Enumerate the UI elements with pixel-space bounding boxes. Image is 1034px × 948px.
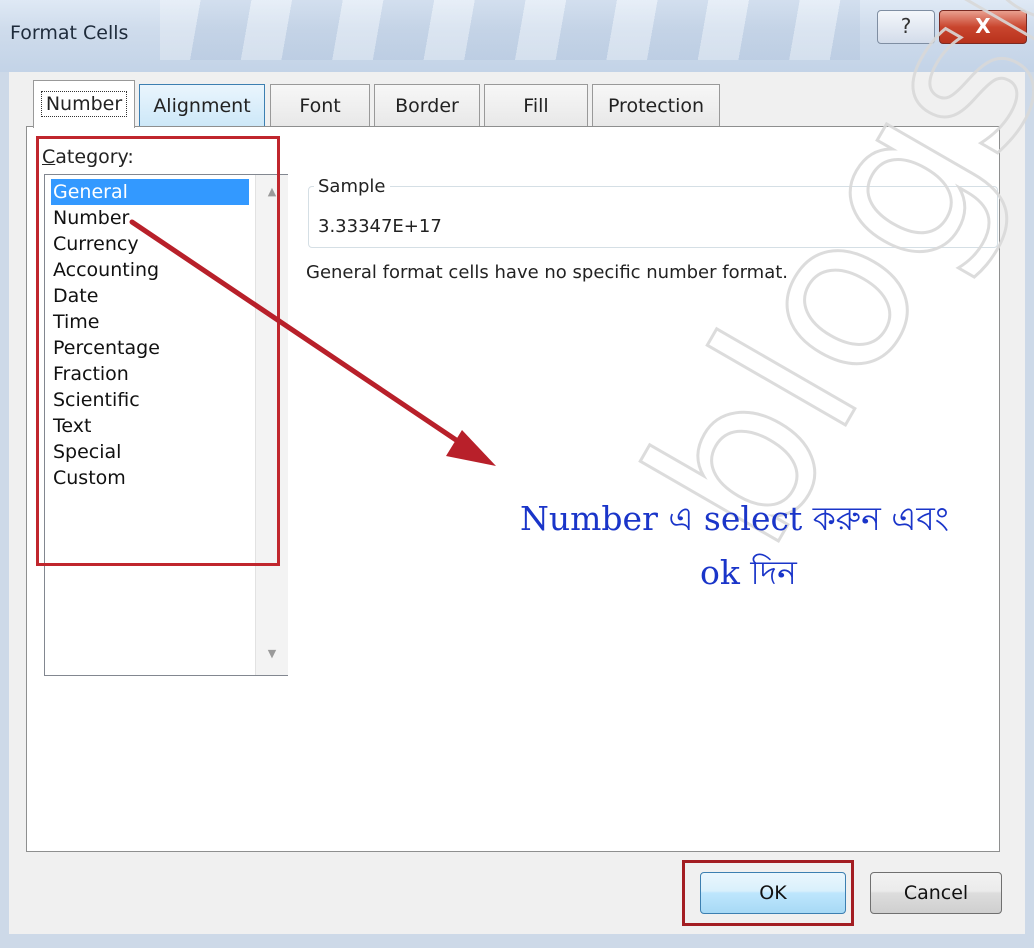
annotation-arrow-icon (129, 219, 496, 466)
annotation-note-line2: ok দিন (700, 553, 797, 592)
tab-number[interactable]: Number (33, 80, 135, 128)
annotation-box-ok (682, 860, 854, 926)
annotation-note: Number এ select করুন এবং ok দিন (520, 492, 990, 600)
annotation-note-line1: Number এ select করুন এবং (520, 499, 949, 538)
cancel-button[interactable]: Cancel (870, 872, 1002, 914)
tab-number-label: Number (40, 91, 128, 117)
